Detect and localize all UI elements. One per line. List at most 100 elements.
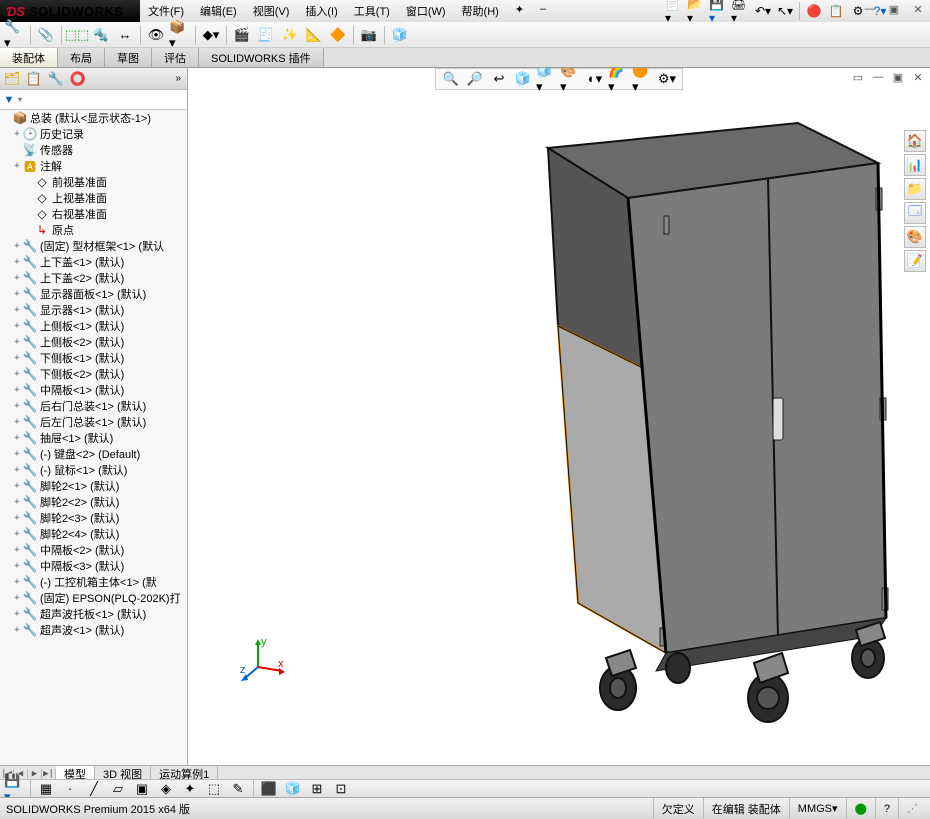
tree-item-12[interactable]: +🔧显示器<1> (默认): [0, 302, 187, 318]
expand-icon[interactable]: +: [12, 497, 22, 507]
prev-view-icon[interactable]: ↩: [488, 69, 510, 89]
doc-restore-button[interactable]: —: [870, 70, 886, 84]
view-shade-icon[interactable]: ⬛: [258, 779, 280, 799]
sel-plane-icon[interactable]: ⬚: [203, 779, 225, 799]
view-settings-icon[interactable]: ⚙▾: [656, 69, 678, 89]
tree-item-7[interactable]: ↳原点: [0, 222, 187, 238]
config-tab-icon[interactable]: 🔧: [46, 70, 66, 88]
bom-icon[interactable]: 🧾: [255, 25, 277, 45]
minimize-button[interactable]: —: [862, 2, 878, 16]
sel-filter-icon[interactable]: ▦: [35, 779, 57, 799]
apply-scene-icon[interactable]: 🟠▾: [632, 69, 654, 89]
maximize-button[interactable]: ▣: [886, 2, 902, 16]
expand-icon[interactable]: +: [12, 577, 22, 587]
expand-icon[interactable]: +: [12, 305, 22, 315]
edit-appearance-icon[interactable]: 🌈▾: [608, 69, 630, 89]
tree-item-26[interactable]: +🔧脚轮2<4> (默认): [0, 526, 187, 542]
cmd-tab-1[interactable]: 布局: [58, 48, 105, 67]
tree-item-10[interactable]: +🔧上下盖<2> (默认): [0, 270, 187, 286]
tree-item-29[interactable]: +🔧(-) 工控机箱主体<1> (默: [0, 574, 187, 590]
sel-solid-icon[interactable]: ▣: [131, 779, 153, 799]
section-view-icon[interactable]: 🧊: [512, 69, 534, 89]
expand-icon[interactable]: +: [12, 337, 22, 347]
file-explorer-icon[interactable]: 📁: [904, 178, 926, 200]
tree-item-14[interactable]: +🔧上侧板<2> (默认): [0, 334, 187, 350]
expand-icon[interactable]: +: [12, 625, 22, 635]
menu-6[interactable]: 帮助(H): [454, 3, 507, 19]
menu-1[interactable]: 编辑(E): [192, 3, 245, 19]
tree-item-25[interactable]: +🔧脚轮2<3> (默认): [0, 510, 187, 526]
sel-axis-icon[interactable]: ✦: [179, 779, 201, 799]
status-question-icon[interactable]: ?: [875, 798, 898, 819]
menu-2[interactable]: 视图(V): [245, 3, 298, 19]
show-hidden-icon[interactable]: 👁: [145, 25, 167, 45]
explode-line-icon[interactable]: 📐: [303, 25, 325, 45]
snapshot-icon[interactable]: 📷: [358, 25, 380, 45]
doc-max-button[interactable]: ▣: [890, 70, 906, 84]
expand-icon[interactable]: +: [12, 353, 22, 363]
view-persp-icon[interactable]: 🧊: [282, 779, 304, 799]
tree-item-15[interactable]: +🔧下侧板<1> (默认): [0, 350, 187, 366]
feature-filter-bar[interactable]: ▼ ▾: [0, 90, 187, 110]
expand-icon[interactable]: +: [12, 369, 22, 379]
new-motion-icon[interactable]: 🎬: [231, 25, 253, 45]
tree-item-30[interactable]: +🔧(固定) EPSON(PLQ-202K)打: [0, 590, 187, 606]
doc-close-button[interactable]: ✕: [910, 70, 926, 84]
expand-icon[interactable]: +: [12, 241, 22, 251]
tree-item-3[interactable]: +🅰注解: [0, 158, 187, 174]
insert-component-icon[interactable]: 🔧▾: [4, 25, 26, 45]
pattern-icon[interactable]: ⬚⬚: [66, 25, 88, 45]
expand-icon[interactable]: +: [12, 433, 22, 443]
display-style-icon[interactable]: 🎨▾: [560, 69, 582, 89]
hide-show-icon[interactable]: ◐▾: [584, 69, 606, 89]
sel-sketch-icon[interactable]: ✎: [227, 779, 249, 799]
menu-star-icon[interactable]: ✦: [507, 3, 532, 16]
tree-item-1[interactable]: +🕑历史记录: [0, 126, 187, 142]
feature-tree-tab-icon[interactable]: 🗂: [2, 70, 22, 88]
tree-item-9[interactable]: +🔧上下盖<1> (默认): [0, 254, 187, 270]
expand-icon[interactable]: +: [12, 513, 22, 523]
tree-item-6[interactable]: ◇右视基准面: [0, 206, 187, 222]
tree-item-21[interactable]: +🔧(-) 键盘<2> (Default): [0, 446, 187, 462]
smart-fastener-icon[interactable]: 🔩: [90, 25, 112, 45]
assembly-feature-icon[interactable]: 📦▾: [169, 25, 191, 45]
save-icon-bottom[interactable]: 💾▾: [4, 779, 26, 799]
expand-icon[interactable]: +: [12, 609, 22, 619]
view-misc-icon[interactable]: ⊡: [330, 779, 352, 799]
tree-item-0[interactable]: 📦总装 (默认<显示状态-1>): [0, 110, 187, 126]
options-icon[interactable]: 📋: [826, 2, 846, 20]
view-orient-icon[interactable]: 🧊▾: [536, 69, 558, 89]
expand-icon[interactable]: +: [12, 529, 22, 539]
cmd-tab-0[interactable]: 装配体: [0, 48, 58, 67]
property-tab-icon[interactable]: 📋: [24, 70, 44, 88]
expand-icon[interactable]: +: [12, 161, 22, 171]
feature-tree[interactable]: 📦总装 (默认<显示状态-1>)+🕑历史记录📡传感器+🅰注解◇前视基准面◇上视基…: [0, 110, 187, 765]
tree-item-27[interactable]: +🔧中隔板<2> (默认): [0, 542, 187, 558]
sel-edge-icon[interactable]: ╱: [83, 779, 105, 799]
tree-item-19[interactable]: +🔧后左门总装<1> (默认): [0, 414, 187, 430]
sel-surface-icon[interactable]: ◈: [155, 779, 177, 799]
tree-item-20[interactable]: +🔧抽屉<1> (默认): [0, 430, 187, 446]
expand-icon[interactable]: +: [12, 129, 22, 139]
move-icon[interactable]: ↔: [114, 25, 136, 45]
expand-icon[interactable]: +: [12, 321, 22, 331]
expand-icon[interactable]: +: [12, 561, 22, 571]
display-tab-icon[interactable]: ⭕: [68, 70, 88, 88]
zoom-area-icon[interactable]: 🔎: [464, 69, 486, 89]
speedpak-icon[interactable]: 🧊: [389, 25, 411, 45]
custom-props-icon[interactable]: 📝: [904, 250, 926, 272]
status-help-icon[interactable]: ⬤: [846, 798, 875, 819]
expand-icon[interactable]: +: [12, 273, 22, 283]
tree-item-28[interactable]: +🔧中隔板<3> (默认): [0, 558, 187, 574]
view-grid-icon[interactable]: ⊞: [306, 779, 328, 799]
print-icon[interactable]: 🖨▾: [731, 2, 751, 20]
mate-icon[interactable]: 📎: [35, 25, 57, 45]
expand-icon[interactable]: +: [12, 593, 22, 603]
expand-icon[interactable]: +: [12, 417, 22, 427]
expand-icon[interactable]: +: [12, 449, 22, 459]
select-icon[interactable]: ↖▾: [775, 2, 795, 20]
tree-item-31[interactable]: +🔧超声波托板<1> (默认): [0, 606, 187, 622]
tree-item-8[interactable]: +🔧(固定) 型材框架<1> (默认: [0, 238, 187, 254]
expand-icon[interactable]: +: [12, 385, 22, 395]
expand-icon[interactable]: +: [12, 289, 22, 299]
